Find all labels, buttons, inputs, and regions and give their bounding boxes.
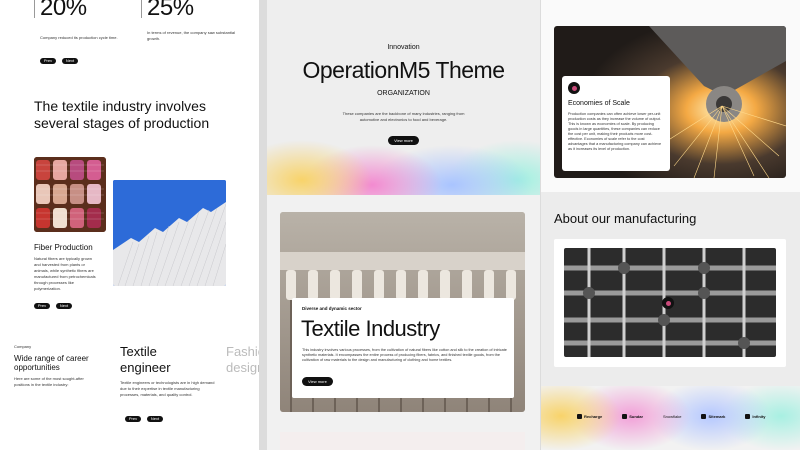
slider-controls: Prev Next — [40, 58, 78, 64]
card-text-1: Textile engineers or technologists are i… — [120, 380, 215, 397]
hero-gradient — [267, 0, 540, 195]
card-title-1: Textile engineer — [120, 344, 171, 375]
hero-title: OperationM5 Theme — [302, 57, 505, 83]
career-title: Wide range of career opportunities — [14, 354, 89, 372]
logo-mark-icon — [745, 414, 751, 419]
slider-controls-2: Prev Next — [34, 303, 72, 309]
next-section-preview — [280, 432, 525, 450]
next-button[interactable]: Next — [62, 58, 78, 64]
badge-icon — [662, 297, 674, 309]
card-view-more-button[interactable]: View more — [302, 377, 333, 386]
column-hero: Innovation OperationM5 Theme ORGANIZATIO… — [267, 0, 540, 450]
economies-card: Economies of Scale Production companies … — [562, 76, 670, 171]
sawtooth-roof-image — [113, 180, 226, 286]
next-button[interactable]: Next — [56, 303, 72, 309]
prev-button[interactable]: Prev — [40, 58, 56, 64]
partner-logos: Recharge Sundar Snowflake Sitemark Infin… — [577, 414, 766, 419]
partner-logo: Sitemark — [701, 414, 725, 419]
thread-spools-image — [34, 157, 106, 232]
stat-caption-2: In terms of revenue, the company saw sub… — [147, 30, 236, 41]
next-button[interactable]: Next — [147, 416, 163, 422]
logo-mark-icon — [622, 414, 628, 419]
hero-eyebrow: Innovation — [387, 44, 420, 51]
column-manufacturing: Economies of Scale Production companies … — [541, 0, 800, 450]
stat-divider — [141, 0, 142, 18]
career-text: Here are some of the most sought-after p… — [14, 376, 84, 387]
card-eyebrow: Diverse and dynamic sector — [302, 306, 362, 311]
slider-controls-3: Prev Next — [125, 416, 163, 422]
fiber-title: Fiber Production — [34, 243, 93, 252]
partner-logo: Sundar — [622, 414, 643, 419]
card-title-2: Fashion designer — [226, 344, 259, 375]
hero-subtitle: ORGANIZATION — [377, 90, 430, 97]
hero-button-wrap: View more — [267, 129, 540, 147]
column-stats-textile: 20% Company reduced its production cycle… — [0, 0, 259, 450]
logo-strip: Recharge Sundar Snowflake Sitemark Infin… — [541, 386, 800, 450]
card-title: Textile Industry — [301, 316, 440, 341]
badge-icon — [568, 82, 580, 94]
stat-value-2: 25% — [147, 0, 194, 21]
stat-value-1: 20% — [40, 0, 87, 21]
fiber-text: Natural fibers are typically grown and h… — [34, 256, 96, 291]
stat-caption-1: Company reduced its production cycle tim… — [40, 35, 118, 40]
view-more-button[interactable]: View more — [388, 136, 419, 145]
econ-title: Economies of Scale — [568, 100, 630, 107]
company-label: Company — [14, 344, 32, 349]
stat-divider — [34, 0, 35, 18]
econ-text: Production companies can often achieve l… — [568, 112, 662, 151]
column-divider — [259, 0, 267, 450]
card-text: This industry involves various processes… — [302, 348, 507, 363]
partner-logo: Recharge — [577, 414, 602, 419]
logo-mark-icon — [701, 414, 707, 419]
about-heading: About our manufacturing — [554, 211, 697, 226]
prev-button[interactable]: Prev — [125, 416, 141, 422]
textile-industry-card: Diverse and dynamic sector Textile Indus… — [292, 298, 514, 398]
section-heading: The textile industry involves several st… — [34, 98, 210, 131]
prev-button[interactable]: Prev — [34, 303, 50, 309]
logo-mark-icon — [577, 414, 582, 419]
partner-logo: Infinity — [745, 414, 766, 419]
hero-description: These companies are the backbone of many… — [342, 111, 465, 122]
partner-logo: Snowflake — [663, 414, 682, 419]
